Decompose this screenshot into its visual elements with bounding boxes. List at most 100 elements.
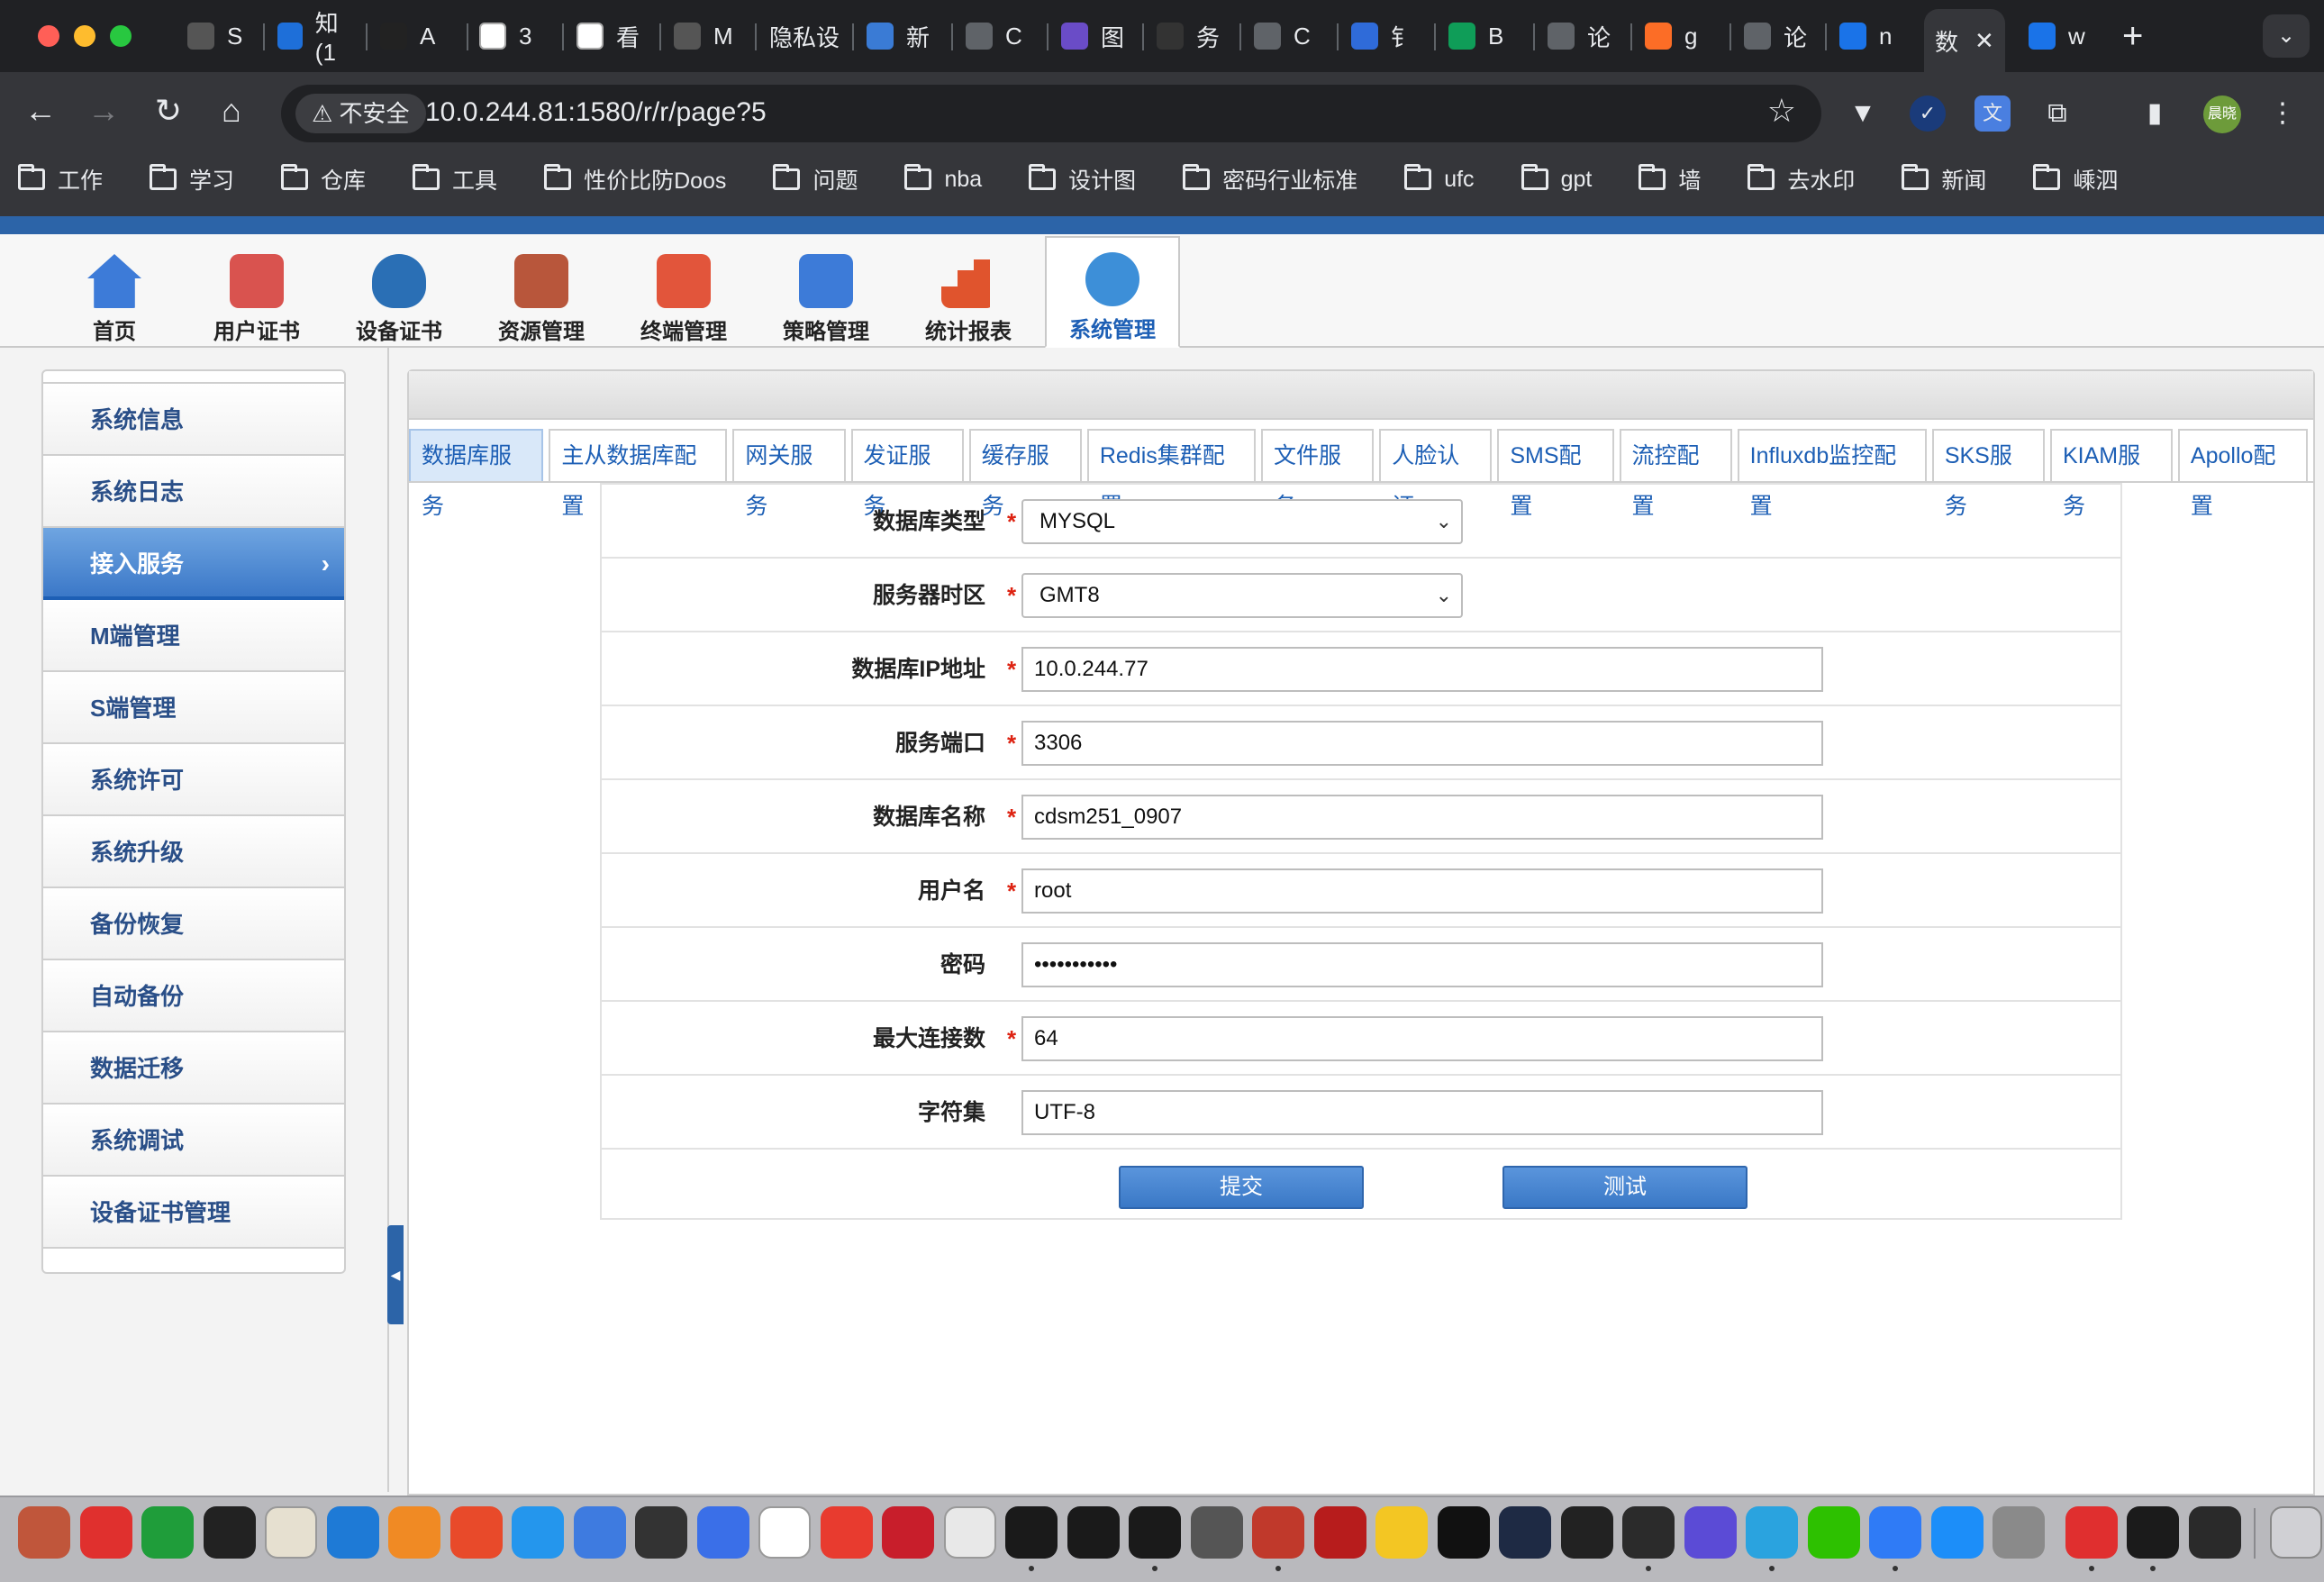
bookmark-folder[interactable]: 性价比防Doos <box>544 163 726 195</box>
nav-item-4[interactable]: 终端管理 <box>616 240 751 346</box>
bookmark-folder[interactable]: nba <box>904 164 982 193</box>
docker-icon[interactable] <box>512 1506 564 1559</box>
browser-tab[interactable]: 论 <box>1733 13 1821 59</box>
browser-tab[interactable]: S <box>177 13 259 59</box>
datagrip-icon[interactable] <box>1129 1506 1181 1559</box>
typora-icon[interactable] <box>758 1506 811 1559</box>
browser-tab[interactable]: A <box>369 13 463 59</box>
colors-app-icon[interactable] <box>1375 1506 1428 1559</box>
app-store-icon[interactable] <box>1930 1506 1984 1559</box>
sidebar-item-4[interactable]: S端管理 <box>43 672 344 744</box>
nav-item-3[interactable]: 资源管理 <box>474 240 609 346</box>
chrome-icon[interactable] <box>943 1506 996 1559</box>
sidebar-item-5[interactable]: 系统许可 <box>43 744 344 816</box>
text-input[interactable]: cdsm251_0907 <box>1021 795 1823 840</box>
sidebar-item-8[interactable]: 自动备份 <box>43 960 344 1032</box>
goat-app-icon[interactable] <box>635 1506 687 1559</box>
wps-icon[interactable] <box>2065 1506 2118 1559</box>
service-tab-5[interactable]: Redis集群配置 <box>1086 429 1257 519</box>
back-button[interactable]: ← <box>18 92 63 130</box>
sidebar-item-1[interactable]: 系统日志 <box>43 456 344 528</box>
bookmark-folder[interactable]: 墙 <box>1639 163 1701 195</box>
panda-app-icon[interactable] <box>203 1506 256 1559</box>
side-panel-icon[interactable]: ▮ <box>2137 95 2173 132</box>
service-tab-3[interactable]: 发证服务 <box>850 429 964 519</box>
sidebar-item-3[interactable]: M端管理 <box>43 600 344 672</box>
collapse-sidebar-button[interactable]: ◀ <box>387 1225 404 1324</box>
browser-tab[interactable]: B <box>1438 13 1530 59</box>
sidebar-item-10[interactable]: 系统调试 <box>43 1105 344 1177</box>
bookmark-folder[interactable]: gpt <box>1521 164 1592 193</box>
browser-tab[interactable]: 论 <box>1537 13 1627 59</box>
text-input[interactable]: 3306 <box>1021 721 1823 766</box>
telegram-icon[interactable] <box>1746 1506 1798 1559</box>
flask-app-icon[interactable] <box>1622 1506 1675 1559</box>
bookmark-folder[interactable]: 新闻 <box>1902 163 1986 195</box>
intellij-icon[interactable] <box>1005 1506 1058 1559</box>
paper-plane-app-icon[interactable] <box>1560 1506 1613 1559</box>
nav-item-0[interactable]: 首页 <box>47 240 182 346</box>
extensions-icon[interactable]: ⧉ <box>2039 95 2075 132</box>
browser-tab[interactable]: w <box>2018 13 2104 59</box>
browser-tab[interactable]: 新 <box>856 13 948 59</box>
text-input[interactable]: UTF-8 <box>1021 1090 1823 1135</box>
service-tab-10[interactable]: Influxdb监控配置 <box>1737 429 1927 519</box>
forward-button[interactable]: → <box>81 92 126 130</box>
tab-search-button[interactable]: ⌄ <box>2263 14 2310 58</box>
browser-tab[interactable]: n <box>1829 13 1917 59</box>
bookmark-folder[interactable]: 工具 <box>413 163 497 195</box>
browser-tab[interactable]: g <box>1634 13 1726 59</box>
bookmark-folder[interactable]: 密码行业标准 <box>1183 163 1357 195</box>
vue-devtools-icon[interactable]: ▼ <box>1845 95 1881 132</box>
reload-button[interactable]: ↻ <box>146 92 191 130</box>
bookmark-folder[interactable]: 工作 <box>18 163 103 195</box>
intellij-alt-icon[interactable] <box>1067 1506 1120 1559</box>
close-tab-icon[interactable]: ✕ <box>1974 27 1994 55</box>
bookmark-folder[interactable]: 学习 <box>150 163 234 195</box>
star-app-icon[interactable] <box>1252 1506 1304 1559</box>
sidebar-item-2[interactable]: 接入服务 › <box>43 528 344 600</box>
console-icon[interactable] <box>2188 1506 2241 1559</box>
text-input[interactable]: 64 <box>1021 1016 1823 1061</box>
nav-item-7[interactable]: 系统管理 <box>1045 236 1180 348</box>
mosaic-app-icon[interactable] <box>18 1506 70 1559</box>
insecure-badge[interactable]: ⚠ 不安全 <box>295 94 426 133</box>
browser-tab[interactable]: 隐私设 <box>758 13 849 59</box>
home-button[interactable]: ⌂ <box>209 92 254 130</box>
browser-tab[interactable]: C <box>955 13 1043 59</box>
service-tab-6[interactable]: 文件服务 <box>1261 429 1375 519</box>
new-tab-button[interactable]: + <box>2122 16 2143 57</box>
browser-tab[interactable]: C <box>1243 13 1333 59</box>
trash-icon[interactable] <box>2270 1506 2322 1559</box>
d-app-icon[interactable] <box>1684 1506 1737 1559</box>
mail-app-icon[interactable] <box>820 1506 873 1559</box>
browser-tab[interactable]: M <box>663 13 751 59</box>
music-app-icon[interactable] <box>141 1506 194 1559</box>
browser-tab[interactable]: 图 <box>1050 13 1139 59</box>
terminal-icon[interactable] <box>1437 1506 1490 1559</box>
text-input[interactable]: 10.0.244.77 <box>1021 647 1823 692</box>
minimize-window-button[interactable] <box>74 25 95 47</box>
bookmark-folder[interactable]: 问题 <box>773 163 858 195</box>
service-tab-4[interactable]: 缓存服务 <box>968 429 1082 519</box>
service-tab-0[interactable]: 数据库服务 <box>409 429 544 519</box>
bookmark-star-icon[interactable]: ☆ <box>1767 92 1796 130</box>
service-tab-12[interactable]: KIAM服务 <box>2049 429 2173 519</box>
service-tab-8[interactable]: SMS配置 <box>1497 429 1614 519</box>
settings-icon[interactable] <box>1993 1506 2045 1559</box>
shark-app-icon[interactable] <box>326 1506 379 1559</box>
service-tab-9[interactable]: 流控配置 <box>1619 429 1732 519</box>
cat-app-icon[interactable] <box>573 1506 626 1559</box>
service-tab-2[interactable]: 网关服务 <box>732 429 846 519</box>
profile-avatar[interactable]: 晨晓 <box>2203 95 2241 133</box>
select-field[interactable]: GMT8 ⌄ <box>1021 573 1463 618</box>
sidebar-item-7[interactable]: 备份恢复 <box>43 888 344 960</box>
netease-music-icon[interactable] <box>79 1506 132 1559</box>
activity-monitor-icon[interactable] <box>2127 1506 2179 1559</box>
address-bar[interactable]: ⚠ 不安全 10.0.244.81:1580/r/r/page?5 ☆ <box>281 85 1821 142</box>
close-window-button[interactable] <box>38 25 59 47</box>
browser-tab[interactable]: 务 <box>1146 13 1236 59</box>
pen-app-icon[interactable] <box>696 1506 749 1559</box>
feishu-icon[interactable] <box>1869 1506 1921 1559</box>
bookmark-folder[interactable]: 去水印 <box>1748 163 1855 195</box>
